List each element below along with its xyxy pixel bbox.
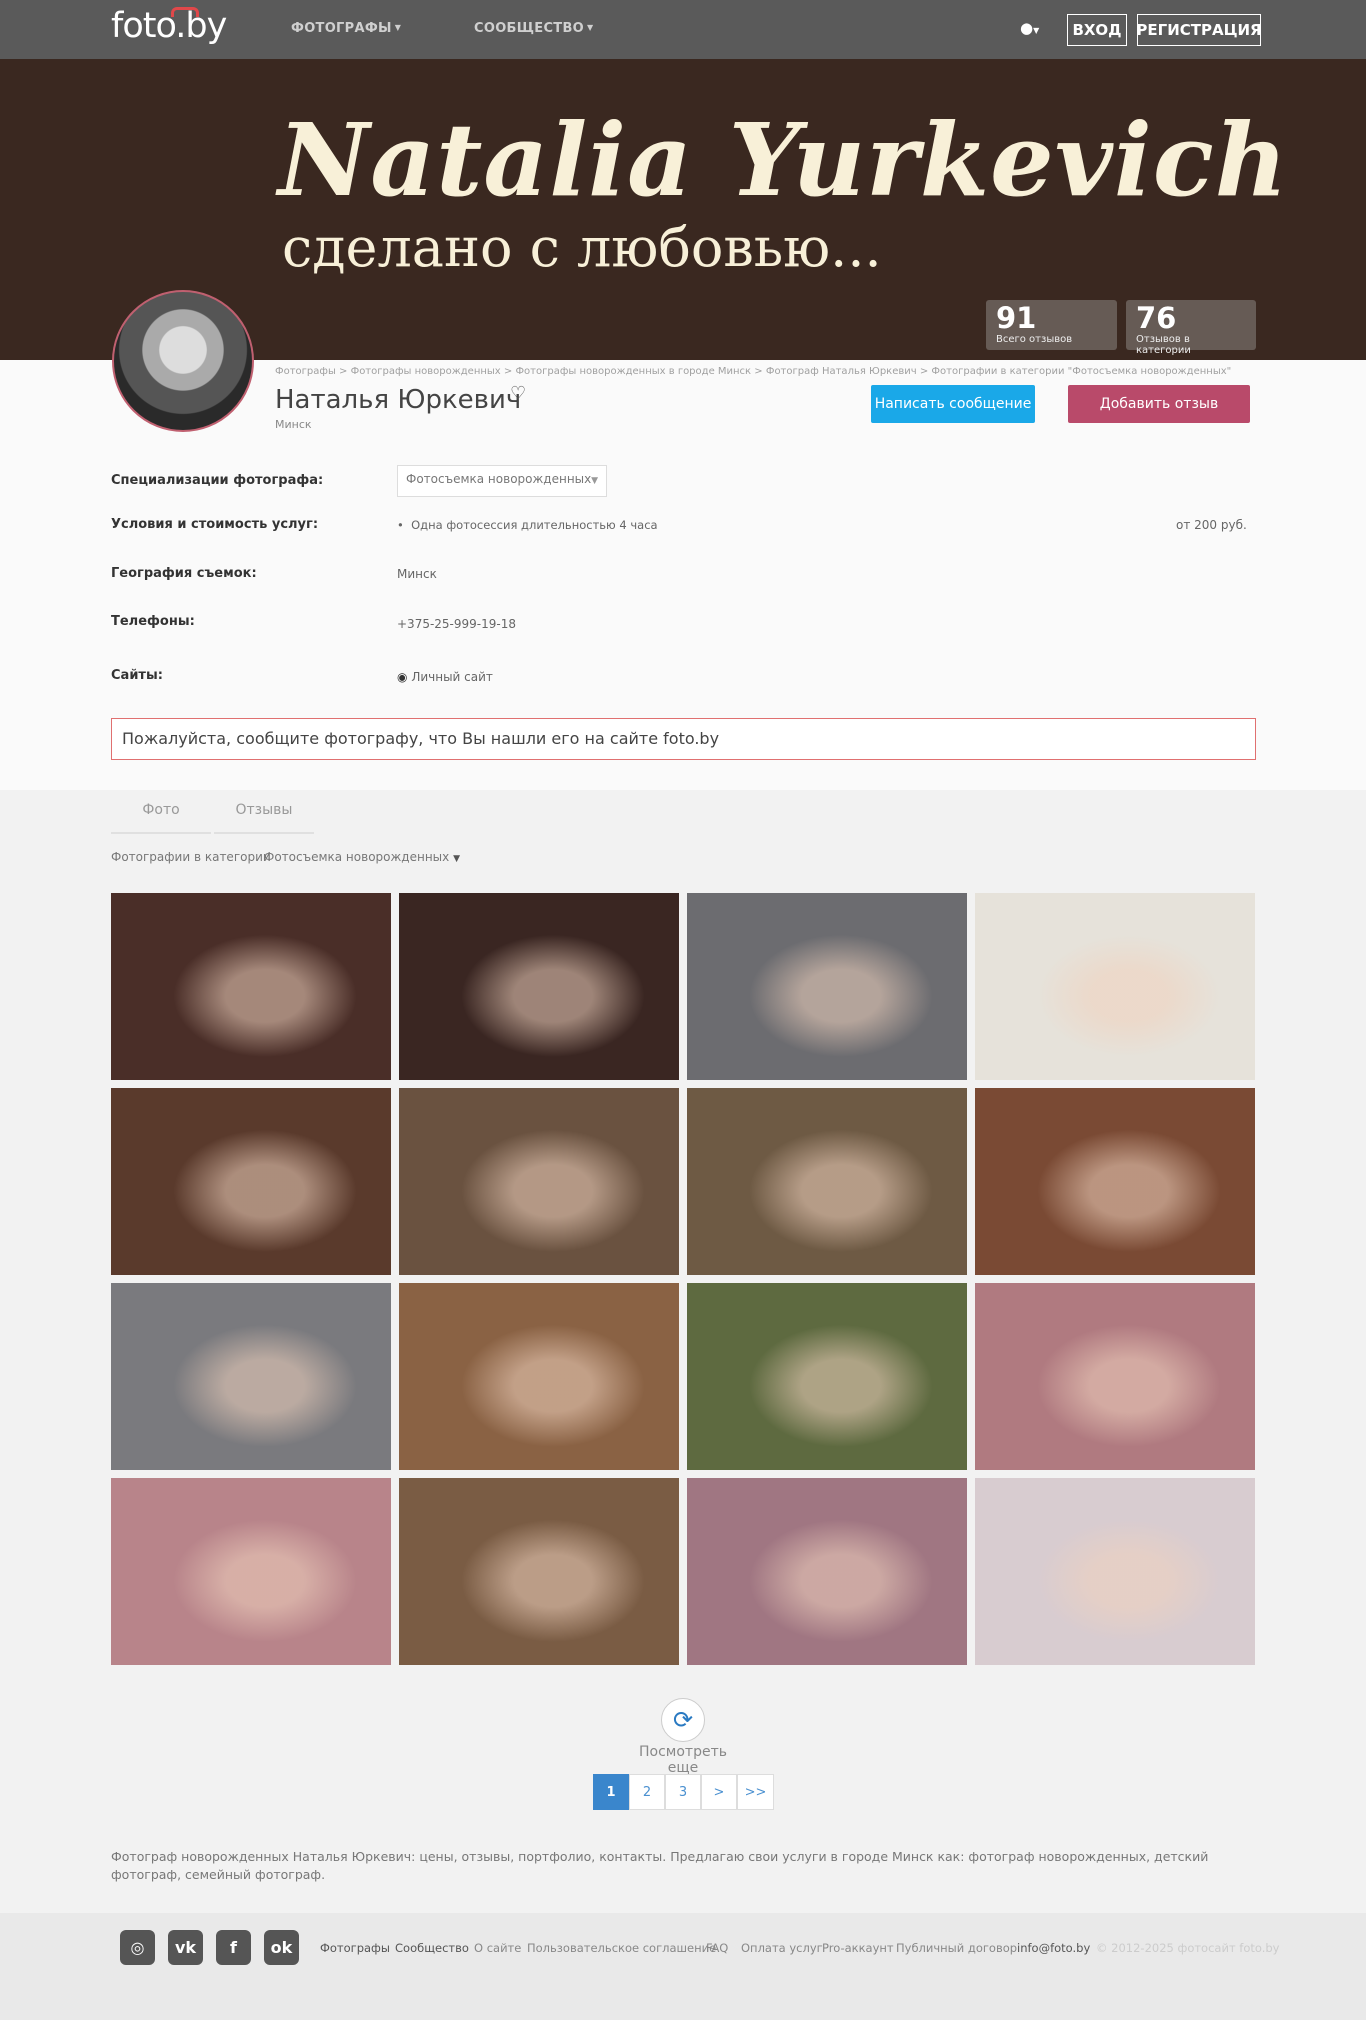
footer-link-pro[interactable]: Pro-аккаунт [822,1941,894,1955]
gallery-photo[interactable] [975,1088,1255,1275]
gallery-photo[interactable] [687,893,967,1080]
geography-label: География съемок: [111,566,257,581]
write-message-button[interactable]: Написать сообщение [871,385,1035,423]
stat-label: Отзывов в категории [1136,334,1191,356]
gallery-photo[interactable] [399,1478,679,1665]
site-link-text: Личный сайт [411,670,493,684]
site-logo[interactable]: foto.by [111,6,227,46]
stat-label: Всего отзывов [996,334,1073,345]
globe-icon: ◉ [397,670,408,684]
footer-link-email[interactable]: info@foto.by [1017,1941,1090,1955]
instagram-icon[interactable]: ◎ [120,1930,155,1965]
bullet-icon: • [397,518,412,532]
notice-banner: Пожалуйста, сообщите фотографу, что Вы н… [111,718,1256,760]
gallery-photo[interactable] [975,893,1255,1080]
photographer-name: Наталья Юркевич [275,385,522,415]
gallery-photo[interactable] [975,1478,1255,1665]
footer-link-payment[interactable]: Оплата услуг [741,1941,823,1955]
gallery-photo[interactable] [687,1478,967,1665]
nav-menu-community[interactable]: СООБЩЕСТВО ▼ [474,21,594,36]
footer-link-community[interactable]: Сообщество [395,1941,469,1955]
nav-menu-label: СООБЩЕСТВО [474,21,585,36]
caret-down-icon: ▼ [587,23,594,32]
stat-total-reviews: 91 Всего отзывов [986,300,1117,350]
caret-down-icon: ▼ [1033,26,1040,35]
gallery-photo[interactable] [687,1283,967,1470]
phones-label: Телефоны: [111,614,195,629]
facebook-icon[interactable]: f [216,1930,251,1965]
vk-icon[interactable]: vk [168,1930,203,1965]
service-item-text: Одна фотосессия длительностью 4 часа [411,518,658,532]
gallery-photo[interactable] [111,1283,391,1470]
tab-reviews[interactable]: Отзывы [214,788,314,834]
nav-menu-label: ФОТОГРАФЫ [291,21,392,36]
last-page-button[interactable]: >> [737,1774,774,1810]
seo-description: Фотограф новорожденных Наталья Юркевич: … [111,1849,1209,1882]
gallery-photo[interactable] [399,1088,679,1275]
top-navbar: foto.by ФОТОГРАФЫ ▼ СООБЩЕСТВО ▼ ●▼ ВХОД Р… [0,0,1366,59]
register-button[interactable]: РЕГИСТРАЦИЯ [1136,14,1262,46]
gallery-photo[interactable] [399,1283,679,1470]
logo-text: foto.by [111,6,227,46]
load-more-link[interactable]: Посмотреть еще [628,1744,738,1776]
caret-down-icon: ▼ [394,23,402,32]
page-1-button[interactable]: 1 [593,1774,629,1810]
footer [0,1913,1366,2020]
specializations-label: Специализации фотографа: [111,473,324,488]
refresh-icon[interactable]: ⟳ [661,1698,705,1742]
login-button[interactable]: ВХОД [1067,14,1127,46]
filter-label: Фотографии в категории [111,850,271,864]
filter-value-text: Фотосъемка новорожденных [264,850,450,864]
footer-link-photographers[interactable]: Фотографы [320,1941,390,1955]
category-filter[interactable]: Фотосъемка новорожденных ▼ [264,850,460,864]
globe-icon: ● [1020,19,1034,37]
nav-menu-photographers[interactable]: ФОТОГРАФЫ ▼ [291,21,401,36]
phone-value[interactable]: +375-25-999-19-18 [397,617,516,631]
service-item: • Одна фотосессия длительностью 4 часа [397,518,658,532]
avatar [112,290,254,432]
gallery-photo[interactable] [687,1088,967,1275]
footer-link-agreement[interactable]: Пользовательское соглашение [527,1941,716,1955]
photographer-city: Минск [275,418,312,431]
stat-value: 76 [1136,301,1177,335]
footer-link-faq[interactable]: FAQ [706,1941,728,1955]
page-3-button[interactable]: 3 [665,1774,701,1810]
gallery-photo[interactable] [111,893,391,1080]
cover-title: Natalia Yurkevich [278,101,1289,219]
gallery-photo[interactable] [111,1478,391,1665]
cover-tagline: сделано с любовью... [282,216,882,279]
geography-value: Минск [397,567,437,581]
page-2-button[interactable]: 2 [629,1774,665,1810]
gallery-photo[interactable] [399,893,679,1080]
copyright: © 2012-2025 фотосайт foto.by [1096,1941,1280,1955]
site-link[interactable]: ◉ Личный сайт [397,670,493,684]
footer-link-about[interactable]: О сайте [474,1941,521,1955]
specialization-value: Фотосъемка новорожденных [406,472,592,486]
footer-link-contract[interactable]: Публичный договор [896,1941,1017,1955]
specialization-select[interactable]: Фотосъемка новорожденных ▼ [397,465,607,497]
stat-category-reviews: 76 Отзывов в категории [1126,300,1256,356]
heart-icon[interactable]: ♡ [510,383,526,404]
sites-label: Сайты: [111,668,163,683]
caret-down-icon: ▼ [453,854,460,864]
tab-photo[interactable]: Фото [111,788,211,834]
logo-roof-icon [171,7,199,17]
gallery-photo[interactable] [975,1283,1255,1470]
odnoklassniki-icon[interactable]: ok [264,1930,299,1965]
services-label: Условия и стоимость услуг: [111,517,319,532]
language-button[interactable]: ●▼ [1020,19,1039,37]
breadcrumb[interactable]: Фотографы > Фотографы новорожденных > Фо… [275,366,1231,377]
next-page-button[interactable]: > [701,1774,737,1810]
service-price: от 200 руб. [1176,518,1247,532]
chevron-down-icon: ▼ [591,476,598,486]
gallery-photo[interactable] [111,1088,391,1275]
add-review-button[interactable]: Добавить отзыв [1068,385,1250,423]
stat-value: 91 [996,301,1037,335]
